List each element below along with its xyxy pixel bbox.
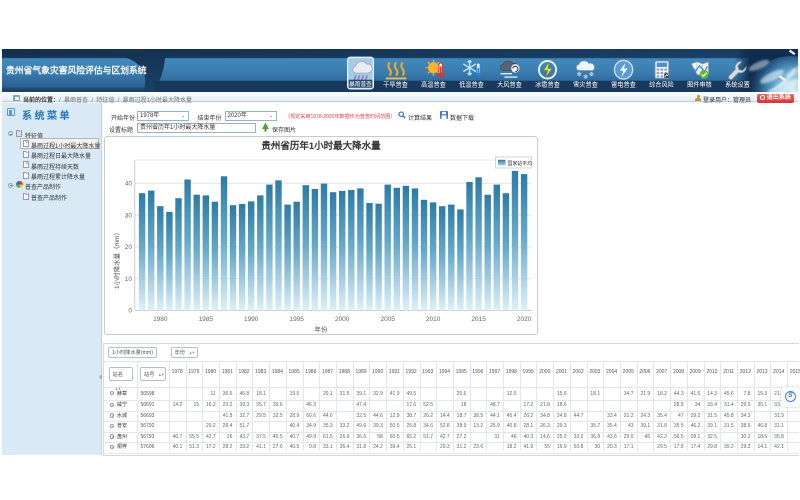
svg-text:2010: 2010 [425, 316, 440, 323]
svg-text:2000: 2000 [334, 316, 349, 323]
svg-text:0: 0 [128, 308, 132, 315]
svg-text:系统设置: 系统设置 [725, 80, 750, 89]
svg-text:高温普查: 高温普查 [421, 80, 446, 89]
svg-text:20: 20 [124, 244, 132, 251]
svg-text:大风普查: 大风普查 [497, 80, 522, 89]
svg-text:1990: 1990 [243, 316, 258, 323]
svg-text:2020: 2020 [516, 316, 531, 323]
svg-text:综合风险: 综合风险 [649, 80, 674, 89]
svg-text:年份: 年份 [314, 325, 328, 334]
svg-text:雪灾普查: 雪灾普查 [573, 80, 598, 89]
svg-text:贵州省气象灾害风险评估与区划系统: 贵州省气象灾害风险评估与区划系统 [6, 64, 147, 75]
svg-text:1980: 1980 [153, 316, 168, 323]
svg-text:1985: 1985 [198, 316, 213, 323]
svg-text:图件审核: 图件审核 [687, 80, 712, 89]
svg-text:干旱普查: 干旱普查 [383, 80, 408, 89]
svg-text:低温普查: 低温普查 [459, 80, 484, 89]
svg-text:贵州省历年1小时最大降水量: 贵州省历年1小时最大降水量 [261, 140, 381, 152]
svg-text:1995: 1995 [289, 316, 304, 323]
svg-text:40: 40 [124, 181, 132, 188]
svg-text:30: 30 [124, 212, 132, 219]
svg-text:2015: 2015 [471, 316, 486, 323]
svg-text:1小时降水量（mm）: 1小时降水量（mm） [112, 229, 121, 289]
svg-text:雷电普查: 雷电普查 [611, 80, 636, 89]
svg-text:暴雨普查: 暴雨普查 [349, 80, 372, 88]
svg-text:2005: 2005 [380, 316, 395, 323]
svg-text:冰雹普查: 冰雹普查 [535, 80, 560, 89]
svg-text:10: 10 [124, 276, 132, 283]
svg-text:国家站平均: 国家站平均 [507, 160, 532, 167]
